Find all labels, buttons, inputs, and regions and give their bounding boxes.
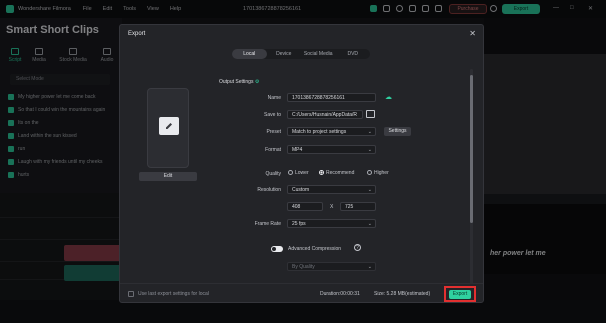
resolution-label: Resolution	[257, 187, 281, 193]
advanced-compression-select[interactable]: By Quality ⌄	[287, 262, 376, 271]
format-select[interactable]: MP4 ⌄	[287, 145, 376, 154]
save-to-input[interactable]: C:/Users/Husnain/AppData/R	[287, 110, 363, 119]
advanced-compression-toggle[interactable]	[271, 246, 283, 252]
folder-icon[interactable]	[366, 110, 375, 118]
use-last-settings-checkbox[interactable]	[128, 291, 134, 297]
quality-label: Quality	[265, 171, 281, 177]
tab-local[interactable]: Local	[232, 49, 267, 59]
edit-button[interactable]: Edit	[139, 172, 197, 181]
radio-icon	[288, 170, 293, 175]
advanced-compression-label: Advanced Compression	[288, 246, 342, 252]
help-icon[interactable]: ?	[354, 244, 361, 251]
chevron-down-icon: ⌄	[367, 264, 372, 270]
close-icon[interactable]: ✕	[469, 29, 476, 38]
settings-button[interactable]: Settings	[384, 127, 411, 136]
export-dialog: Export ✕ Local Device Social Media DVD E…	[119, 24, 484, 303]
quality-lower-radio[interactable]: Lower	[288, 170, 309, 176]
chevron-down-icon: ⌄	[367, 187, 372, 193]
ai-icon: ⚙	[254, 79, 260, 85]
dialog-footer: Use last export settings for local Durat…	[120, 283, 483, 303]
quality-higher-radio[interactable]: Higher	[367, 170, 389, 176]
name-input[interactable]: 1701386728878256161	[287, 93, 376, 102]
preset-label: Preset	[266, 129, 281, 135]
height-input[interactable]: 725	[340, 202, 376, 211]
scrollbar-thumb[interactable]	[470, 75, 473, 223]
resolution-select[interactable]: Custom ⌄	[287, 185, 376, 194]
toggle-knob	[272, 247, 276, 251]
quality-recommend-radio[interactable]: Recommend	[319, 170, 354, 176]
width-input[interactable]: 408	[287, 202, 323, 211]
tab-dvd[interactable]: DVD	[336, 49, 371, 59]
preset-select[interactable]: Match to project settings ⌄	[287, 127, 376, 136]
tab-device[interactable]: Device	[267, 49, 302, 59]
export-tabs: Local Device Social Media DVD	[232, 49, 370, 59]
duration-text: Duration:00:00:31	[320, 291, 360, 297]
radio-icon	[367, 170, 372, 175]
ai-name-icon[interactable]: ☁	[385, 93, 392, 101]
frame-rate-select[interactable]: 25 fps ⌄	[287, 219, 376, 228]
name-label: Name	[267, 95, 281, 101]
dialog-scrollbar[interactable]	[470, 69, 473, 284]
radio-selected-icon	[319, 170, 324, 175]
export-button[interactable]: Export	[449, 290, 471, 299]
size-text: Size: 5.28 MB(estimated)	[374, 291, 431, 297]
export-thumbnail	[147, 88, 189, 168]
tab-social-media[interactable]: Social Media	[301, 49, 336, 59]
use-last-settings-label: Use last export settings for local	[138, 291, 209, 297]
frame-rate-label: Frame Rate	[254, 221, 281, 227]
dimension-separator: X	[330, 204, 334, 210]
dialog-title: Export	[128, 31, 146, 37]
pencil-icon	[159, 117, 179, 135]
format-label: Format	[265, 147, 281, 153]
chevron-down-icon: ⌄	[367, 129, 372, 135]
chevron-down-icon: ⌄	[367, 221, 372, 227]
save-to-label: Save to	[264, 112, 281, 118]
output-settings-title: Output Settings ⚙	[219, 79, 260, 85]
chevron-down-icon: ⌄	[367, 147, 372, 153]
